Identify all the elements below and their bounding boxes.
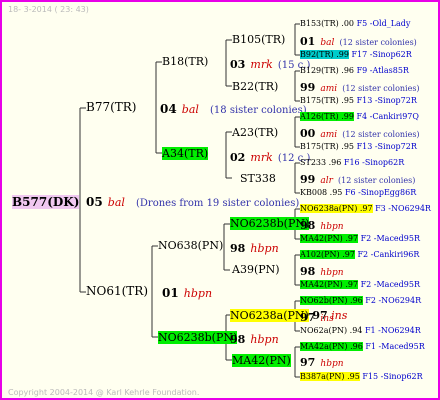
root-year: 05: [86, 195, 103, 209]
mm-year: 98: [230, 333, 246, 346]
mp-queen: NO638(PN): [158, 239, 224, 252]
mpp-queen: NO6238b(PN): [230, 216, 310, 231]
g4-lineage: F4 -Cankiri97Q: [356, 112, 419, 121]
root-drone-note: (Drones from 19 sister colonies): [136, 198, 300, 209]
g4-queen: MA42(PN) .97: [300, 234, 359, 243]
pmp-mating: 02 mrk (12 c.): [230, 148, 310, 166]
g4-note: (12 sister colonies): [342, 84, 420, 93]
mmm-breeder: hbpn: [320, 359, 344, 369]
pmp-queen: A23(TR): [232, 126, 279, 139]
g4-queen: NO62b(PN) .96: [300, 296, 363, 305]
mm-breeder: hbpn: [250, 333, 279, 346]
g4-lineage: F17 -Sinop62R: [351, 50, 412, 59]
mpp-name: NO6238b(PN): [230, 217, 310, 230]
g4-lineage: F15 -Sinop62R: [362, 372, 423, 381]
g4-row: MA42(PN) .97 F2 -Maced95R: [300, 231, 420, 246]
g4-note: (12 sister colonies): [339, 38, 417, 47]
g4-queen: NO6238a(PN) .97: [300, 204, 373, 213]
mmm-name: MA42(PN): [232, 354, 291, 367]
mmm-queen: MA42(PN): [232, 353, 291, 368]
g4-lineage: F6 -SinopEgg86R: [344, 188, 417, 197]
g4-lineage: F3 -NO6294R: [375, 204, 431, 213]
g4-queen: B92(TR) .99: [300, 50, 349, 59]
pedigree-frame: 18- 3-2014 ( 23: 43) B577(DK) 05 bal (Dr…: [0, 0, 440, 400]
pm-name: A34(TR): [162, 147, 209, 160]
g4-lineage: F13 -Sinop72R: [356, 142, 417, 151]
copyright-footer: Copyright 2004-2014 @ Karl Kehrle Founda…: [8, 388, 200, 397]
g4-note: (12 sister colonies): [338, 176, 416, 185]
g4-row: NO62a(PN) .94 F1 -NO6294R: [300, 323, 421, 338]
g4-lineage: F2 -NO6294R: [365, 296, 422, 305]
root-breeder: bal: [107, 196, 125, 209]
mpp-breeder: hbpn: [250, 242, 279, 255]
g4-queen: B153(TR) .00: [300, 19, 355, 28]
mpp-mating: 98 hbpn: [230, 239, 279, 256]
g4-lineage: F13 -Sinop72R: [356, 96, 417, 105]
ppp-breeder: mrk: [250, 58, 273, 71]
ppm-queen: B22(TR): [232, 80, 279, 93]
mm-queen: NO6238b(PN): [158, 330, 238, 345]
g4-note: (12 sister colonies): [342, 130, 420, 139]
root-name: B577(DK): [12, 195, 80, 209]
mmm-year: 97: [300, 356, 316, 369]
mm-name: NO6238b(PN): [158, 331, 238, 344]
g4-queen: B175(TR) .95: [300, 96, 355, 105]
mmp-name: NO6238a(PN): [230, 309, 309, 322]
pm-queen: A34(TR): [162, 146, 209, 161]
g4-row: B175(TR) .95 F13 -Sinop72R: [300, 139, 417, 154]
g4-lineage: F2 -Cankiri96R: [357, 250, 420, 259]
ppp-mating: 03 mrk (15 c.): [230, 55, 310, 73]
g4-row: B153(TR) .00 F5 -Old_Lady: [300, 16, 410, 31]
g4-queen: KB008 .95: [300, 188, 343, 197]
g4-queen: B129(TR) .96: [300, 66, 355, 75]
g4-row: B175(TR) .95 F13 -Sinop72R: [300, 93, 417, 108]
queen-root: B577(DK): [12, 193, 80, 210]
maternal-queen: NO61(TR): [86, 284, 149, 298]
g4-row: MA42a(PN) .96 F1 -Maced95R: [300, 339, 425, 354]
g4-lineage: F9 -Atlas85R: [356, 66, 409, 75]
pmp-year: 02: [230, 151, 246, 164]
maternal-year: 01: [162, 286, 179, 300]
pmm-queen: ST338: [240, 172, 276, 185]
g4-queen: A126(TR) .99: [300, 112, 354, 121]
g4-row: MA42(PN) .97 F2 -Maced95R: [300, 277, 420, 292]
paternal-queen: B77(TR): [86, 100, 137, 114]
mpp-year: 98: [230, 242, 246, 255]
g4-queen: B175(TR) .95: [300, 142, 355, 151]
maternal-breeder: hbpn: [183, 287, 213, 300]
pp-mating: 04 bal (18 sister colonies): [160, 100, 307, 118]
g4-lineage: F5 -Old_Lady: [356, 19, 411, 28]
g4-lineage: F16 -Sinop62R: [343, 158, 405, 167]
mpm-queen: A39(PN): [232, 263, 280, 276]
g4-queen: ST233 .96: [300, 158, 342, 167]
maternal-mating: 01 hbpn: [162, 284, 212, 301]
g4-queen: A102(PN) .97: [300, 250, 355, 259]
pp-note: (18 sister colonies): [210, 105, 307, 116]
ppp-queen: B105(TR): [232, 33, 286, 46]
g4-queen: NO62a(PN) .94: [300, 326, 363, 335]
pp-breeder: bal: [181, 103, 199, 116]
g4-queen: MA42(PN) .97: [300, 280, 359, 289]
root-mating: 05 bal (Drones from 19 sister colonies): [86, 193, 299, 211]
g4-row: KB008 .95 F6 -SinopEgg86R: [300, 185, 416, 200]
pp-queen: B18(TR): [162, 55, 209, 68]
g4-queen: B387a(PN) .95: [300, 372, 360, 381]
mm-mating: 98 hbpn: [230, 330, 279, 347]
g4-lineage: F2 -Maced95R: [360, 280, 420, 289]
g4-lineage: F1 -Maced95R: [365, 342, 425, 351]
g4-lineage: F1 -NO6294R: [364, 326, 421, 335]
pmp-breeder: mrk: [250, 151, 273, 164]
ppp-year: 03: [230, 58, 246, 71]
g4-row: B387a(PN) .95 F15 -Sinop62R: [300, 369, 423, 384]
pp-year: 04: [160, 102, 177, 116]
g4-row: B92(TR) .99 F17 -Sinop62R: [300, 47, 412, 62]
g4-lineage: F2 -Maced95R: [360, 234, 420, 243]
g4-queen: MA42a(PN) .96: [300, 342, 363, 351]
